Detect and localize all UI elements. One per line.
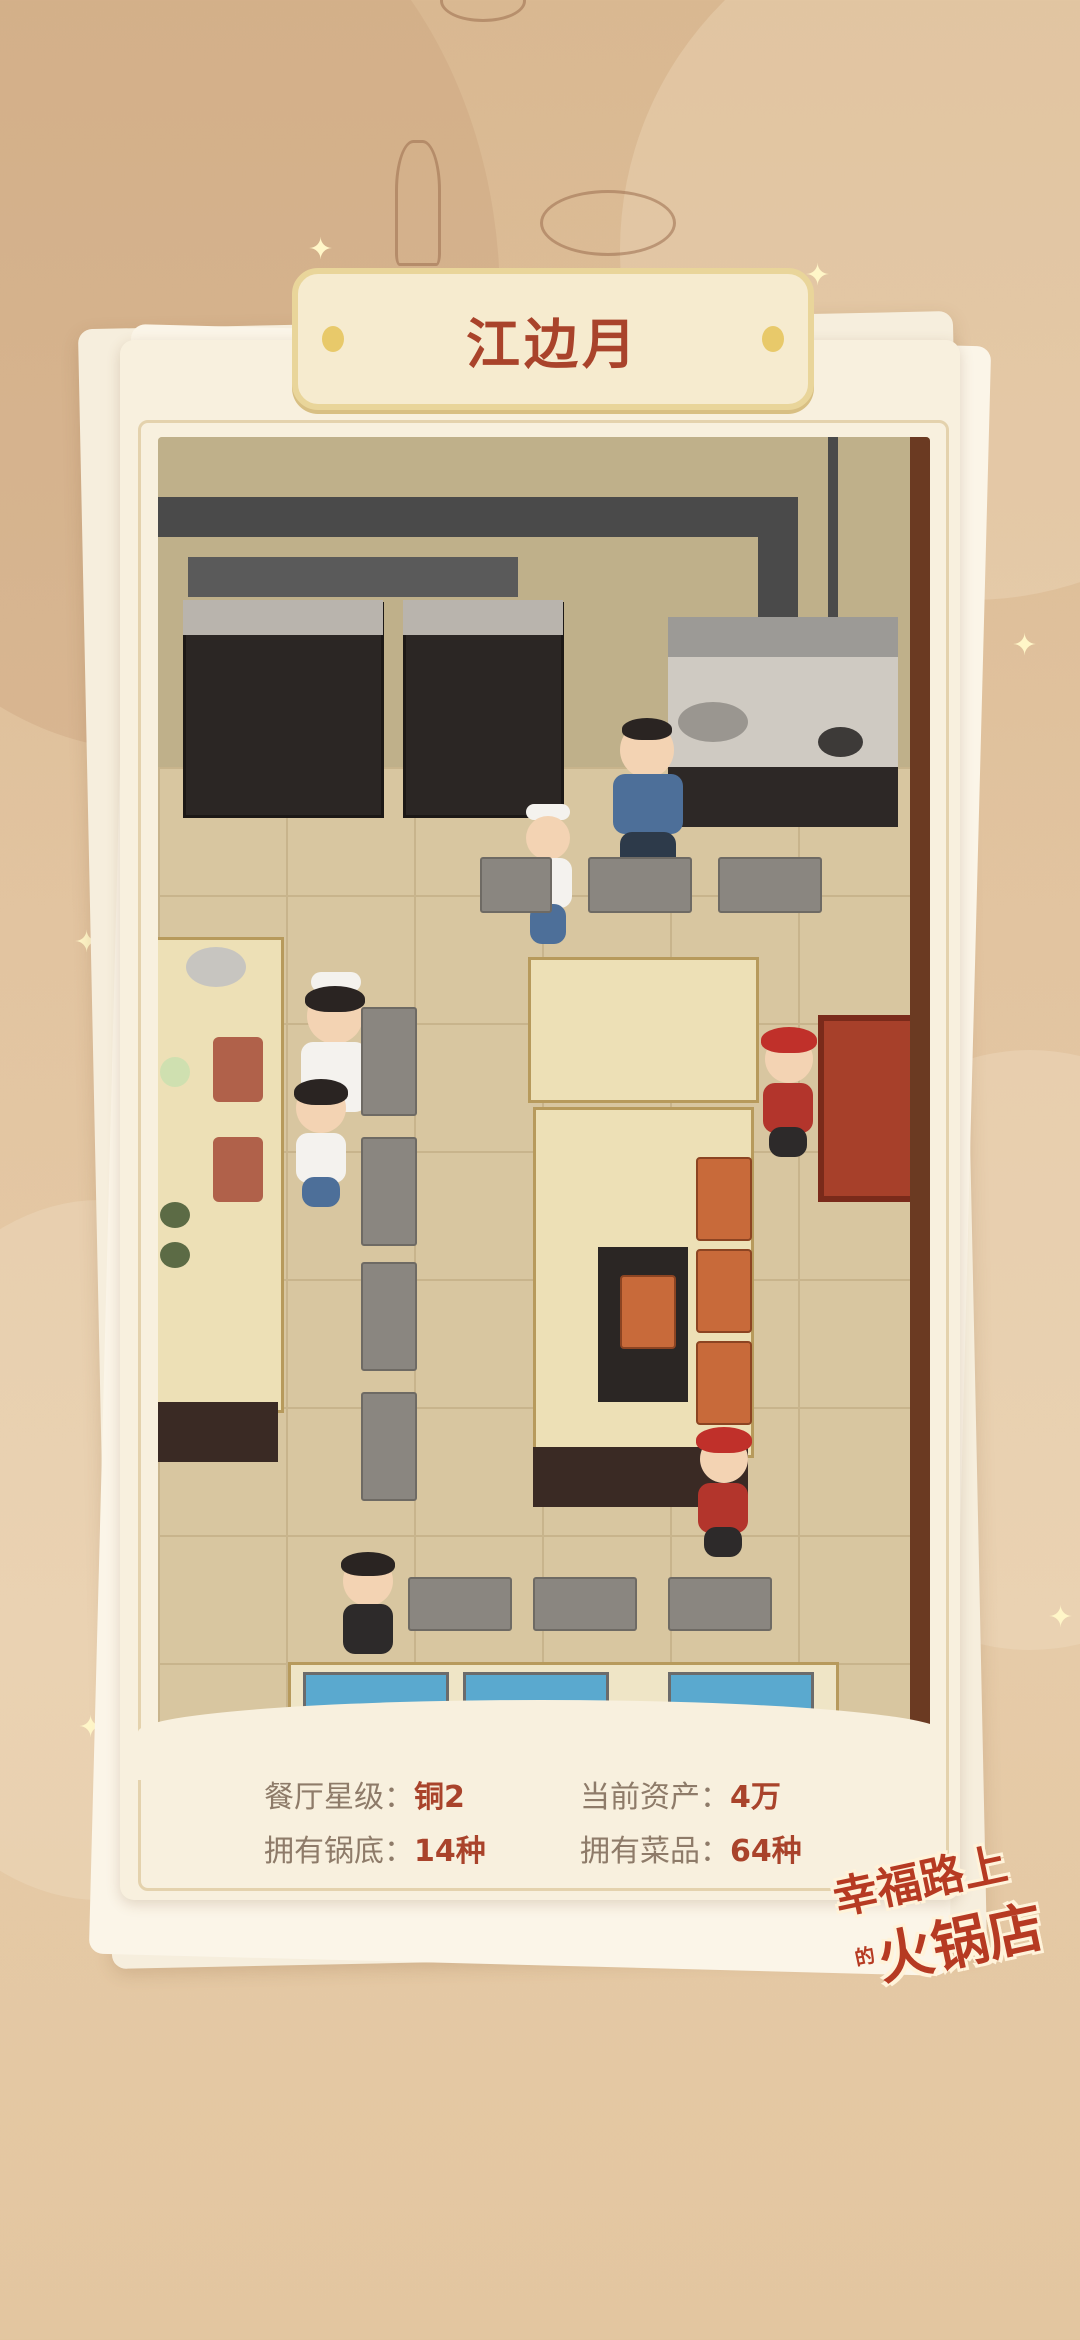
restaurant-name: 江边月	[466, 311, 640, 376]
floor-mat	[361, 1392, 417, 1501]
soup-base-stat: 拥有锅底：14种	[264, 1826, 486, 1870]
stat-value: 铜2	[414, 1780, 465, 1815]
floor-mat	[361, 1007, 417, 1116]
floor-mat	[408, 1577, 512, 1631]
burner-icon	[818, 727, 863, 757]
plate-icon	[160, 1242, 190, 1268]
card-wave-divider	[138, 1700, 943, 1780]
vent-duct	[828, 437, 838, 617]
floor-mat	[480, 857, 552, 913]
right-wall	[910, 437, 930, 1737]
wok-icon	[678, 702, 748, 742]
star-level-stat: 餐厅星级：铜2	[264, 1772, 465, 1816]
sparkle-icon: ✦	[1012, 628, 1038, 663]
waiter[interactable]	[753, 1027, 823, 1167]
chair	[696, 1157, 752, 1241]
floor-mat	[361, 1137, 417, 1246]
assets-stat: 当前资产：4万	[580, 1772, 781, 1816]
stat-value: 64种	[730, 1834, 802, 1869]
stat-label: 拥有锅底：	[264, 1834, 414, 1869]
plaque-dot-icon	[762, 326, 784, 352]
plaque-dot-icon	[322, 326, 344, 352]
sparkle-icon: ✦	[1048, 1600, 1074, 1635]
leaf-sketch-icon	[395, 140, 441, 266]
entrance-rug	[818, 1015, 920, 1202]
stat-label: 餐厅星级：	[264, 1780, 414, 1815]
oyster-sketch-icon	[540, 190, 676, 256]
stove-base	[668, 767, 898, 827]
stat-value: 14种	[414, 1834, 486, 1869]
floor-mat	[718, 857, 822, 913]
floor-mat	[533, 1577, 637, 1631]
center-counter	[528, 957, 759, 1103]
chair	[696, 1341, 752, 1425]
plate-icon	[160, 1057, 190, 1087]
chair	[620, 1275, 676, 1349]
stove-backsplash	[668, 617, 898, 657]
kitchen-scene[interactable]	[158, 437, 930, 1737]
vent-duct	[758, 497, 798, 617]
dishwasher-staff[interactable]	[333, 1552, 403, 1662]
floor-mat	[588, 857, 692, 913]
refrigerator-top	[183, 600, 383, 635]
range-hood	[188, 557, 518, 597]
stat-label: 拥有菜品：	[580, 1834, 730, 1869]
floor-mat	[668, 1577, 772, 1631]
plate-icon	[160, 1202, 190, 1228]
sparkle-icon: ✦	[308, 232, 334, 267]
chair	[696, 1249, 752, 1333]
stat-label: 当前资产：	[580, 1780, 730, 1815]
floor-mat	[361, 1262, 417, 1371]
vent-duct	[158, 497, 798, 537]
stat-value: 4万	[730, 1780, 781, 1815]
shell-sketch-icon	[440, 0, 526, 22]
refrigerator-top	[403, 600, 563, 635]
waiter[interactable]	[688, 1427, 758, 1567]
prep-counter-base	[158, 1402, 278, 1462]
cutting-board	[213, 1137, 263, 1202]
prep-chef[interactable]	[286, 1077, 356, 1217]
cutting-board	[213, 1037, 263, 1102]
cloche-icon	[186, 947, 246, 987]
restaurant-title-plaque: 江边月	[292, 268, 814, 410]
dishes-stat: 拥有菜品：64种	[580, 1826, 802, 1870]
